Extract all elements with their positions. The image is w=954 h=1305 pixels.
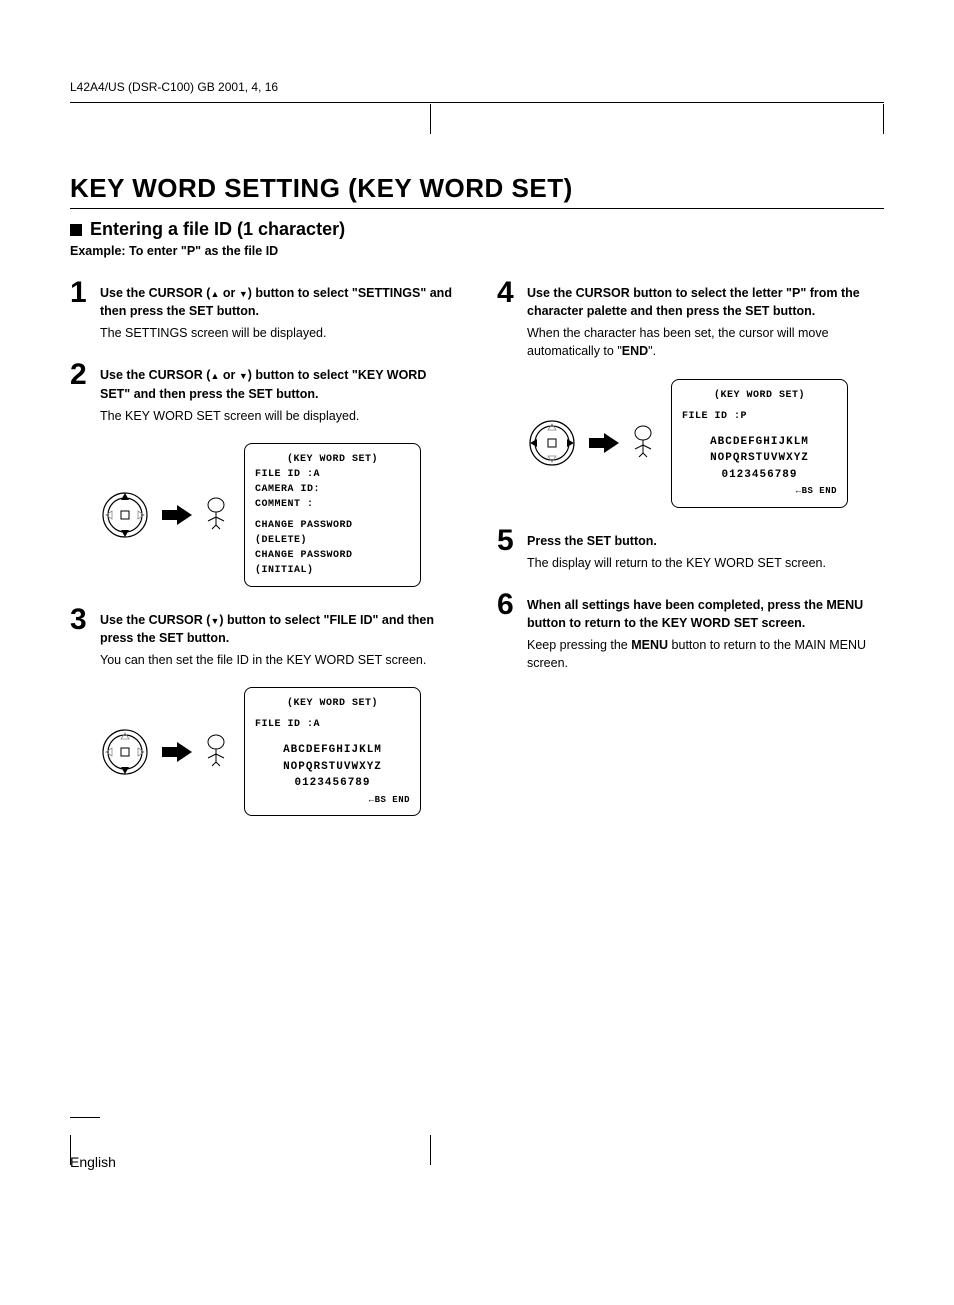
illustration-step-2: (KEY WORD SET) FILE ID :A CAMERA ID: COM… — [100, 443, 457, 587]
down-triangle-icon — [239, 286, 248, 300]
step-4-instruction: Use the CURSOR button to select the lett… — [527, 286, 860, 318]
press-button-icon — [204, 734, 232, 770]
step-2: 2 Use the CURSOR ( or ) button to select… — [70, 360, 457, 424]
columns: 1 Use the CURSOR ( or ) button to select… — [70, 278, 884, 834]
page: L42A4/US (DSR-C100) GB 2001, 4, 16 KEY W… — [0, 0, 954, 1230]
step-5-result: The display will return to the KEY WORD … — [527, 554, 884, 572]
section-heading: Entering a file ID (1 character) — [70, 219, 884, 240]
crop-mark-top-right — [883, 104, 884, 139]
footer-language: English — [70, 1154, 884, 1170]
arrow-right-icon — [162, 742, 192, 762]
step-3-instruction: Use the CURSOR () button to select "FILE… — [100, 613, 434, 645]
step-1-result: The SETTINGS screen will be displayed. — [100, 324, 457, 342]
step-number: 5 — [497, 526, 527, 556]
step-1-instruction: Use the CURSOR ( or ) button to select "… — [100, 286, 452, 318]
step-3: 3 Use the CURSOR () button to select "FI… — [70, 605, 457, 669]
step-2-result: The KEY WORD SET screen will be displaye… — [100, 407, 457, 425]
press-button-icon — [631, 425, 659, 461]
dpad-down-icon — [100, 727, 150, 777]
press-button-icon — [204, 497, 232, 533]
down-triangle-icon — [239, 368, 248, 382]
right-column: 4 Use the CURSOR button to select the le… — [497, 278, 884, 834]
left-column: 1 Use the CURSOR ( or ) button to select… — [70, 278, 457, 834]
arrow-right-icon — [589, 433, 619, 453]
crop-mark-bottom-left — [70, 1117, 100, 1170]
dpad-vertical-icon — [100, 490, 150, 540]
illustration-step-4: (KEY WORD SET) FILE ID :P ABCDEFGHIJKLM … — [527, 379, 884, 508]
header-rule — [70, 102, 884, 103]
title-rule — [70, 208, 884, 209]
screen-file-id-a: (KEY WORD SET) FILE ID :A ABCDEFGHIJKLM … — [244, 687, 421, 816]
crop-mark-bottom-center — [430, 1135, 431, 1170]
illustration-step-3: (KEY WORD SET) FILE ID :A ABCDEFGHIJKLM … — [100, 687, 457, 816]
step-6: 6 When all settings have been completed,… — [497, 590, 884, 673]
screen-keyword-set: (KEY WORD SET) FILE ID :A CAMERA ID: COM… — [244, 443, 421, 587]
example-text: Example: To enter "P" as the file ID — [70, 244, 884, 258]
step-number: 2 — [70, 360, 100, 390]
header-text: L42A4/US (DSR-C100) GB 2001, 4, 16 — [70, 80, 884, 94]
step-6-result: Keep pressing the MENU button to return … — [527, 636, 884, 672]
step-5: 5 Press the SET button. The display will… — [497, 526, 884, 572]
page-title: KEY WORD SETTING (KEY WORD SET) — [70, 173, 884, 204]
step-number: 1 — [70, 278, 100, 308]
crop-mark-top-center — [430, 104, 431, 139]
square-bullet-icon — [70, 224, 82, 236]
step-4: 4 Use the CURSOR button to select the le… — [497, 278, 884, 361]
screen-file-id-p: (KEY WORD SET) FILE ID :P ABCDEFGHIJKLM … — [671, 379, 848, 508]
step-number: 4 — [497, 278, 527, 308]
step-3-result: You can then set the file ID in the KEY … — [100, 651, 457, 669]
step-number: 6 — [497, 590, 527, 620]
step-number: 3 — [70, 605, 100, 635]
step-1: 1 Use the CURSOR ( or ) button to select… — [70, 278, 457, 342]
section-title: Entering a file ID (1 character) — [90, 219, 345, 240]
step-4-result: When the character has been set, the cur… — [527, 324, 884, 360]
dpad-horizontal-icon — [527, 418, 577, 468]
step-5-instruction: Press the SET button. — [527, 534, 657, 548]
arrow-right-icon — [162, 505, 192, 525]
step-2-instruction: Use the CURSOR ( or ) button to select "… — [100, 368, 426, 400]
step-6-instruction: When all settings have been completed, p… — [527, 598, 863, 630]
